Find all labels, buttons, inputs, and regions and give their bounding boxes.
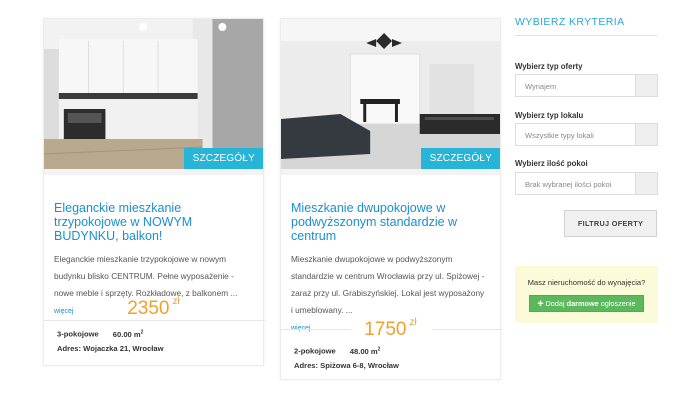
rooms-label: Wybierz ilość pokoi (515, 159, 588, 168)
price-value: 2350 (127, 298, 170, 319)
unit-type-value: Wszystkie typy lokali (525, 131, 594, 140)
sidebar-title: WYBIERZ KRYTERIA (515, 16, 625, 28)
price-currency: zł (409, 317, 417, 328)
price-currency: zł (172, 296, 180, 307)
unit-type-select[interactable]: Wszystkie typy lokali (515, 123, 658, 146)
price-divider-left (281, 329, 351, 330)
listing-card: SZCZEGÓŁY Eleganckie mieszkanie trzypoko… (43, 18, 265, 366)
rooms-value: 3-pokojowe (57, 329, 99, 339)
area-value: 48.00 m2 (349, 346, 381, 356)
details-button[interactable]: SZCZEGÓŁY (420, 148, 500, 169)
price-value: 1750 (364, 319, 407, 340)
area-value: 60.00 m2 (112, 329, 144, 339)
listing-card: SZCZEGÓŁY Mieszkanie dwupokojowe w podwy… (280, 18, 502, 380)
dropdown-arrow-icon (635, 124, 657, 145)
promo-question: Masz nieruchomość do wynajęcia? (527, 278, 646, 287)
listing-info: 2-pokojowe 48.00 m2 Adres: Spiżowa 6-8, W… (294, 346, 399, 370)
dropdown-arrow-icon (635, 75, 657, 96)
address-value: Adres: Spiżowa 6-8, Wrocław (294, 360, 399, 370)
price-divider-right (432, 329, 502, 330)
listing-photo-kitchen[interactable]: SZCZEGÓŁY (44, 19, 263, 169)
rooms-value: 2-pokojowe (294, 346, 336, 356)
dropdown-arrow-icon (635, 173, 657, 194)
listing-info: 3-pokojowe 60.00 m2 Adres: Wojaczka 21, W… (57, 329, 164, 353)
rooms-select[interactable]: Brak wybranej ilości pokoi (515, 172, 658, 195)
address-value: Adres: Wojaczka 21, Wrocław (57, 343, 164, 353)
price: 2350 zł (44, 296, 263, 320)
divider (44, 169, 263, 175)
offer-type-select[interactable]: Wynajem (515, 74, 658, 97)
filter-offers-button[interactable]: FILTRUJ OFERTY (564, 210, 657, 237)
price-divider (44, 320, 265, 321)
offer-type-value: Wynajem (525, 82, 557, 91)
living-room-image (281, 19, 500, 169)
sidebar-divider (515, 35, 658, 36)
listing-title[interactable]: Eleganckie mieszkanie trzypokojowe w NOW… (54, 201, 251, 243)
divider (281, 169, 500, 175)
rooms-select-value: Brak wybranej ilości pokoi (525, 180, 612, 189)
plus-icon: ✚ (537, 299, 544, 308)
unit-type-label: Wybierz typ lokalu (515, 111, 584, 120)
add-listing-promo: Masz nieruchomość do wynajęcia? ✚ Dodaj … (515, 266, 658, 323)
listing-title[interactable]: Mieszkanie dwupokojowe w podwyższonym st… (291, 201, 488, 243)
kitchen-image (44, 19, 263, 169)
add-free-listing-button[interactable]: ✚ Dodaj darmowe ogłoszenie (529, 295, 644, 312)
offer-type-label: Wybierz typ oferty (515, 62, 583, 71)
listing-photo-living-room[interactable]: SZCZEGÓŁY (281, 19, 500, 169)
listing-description: Mieszkanie dwupokojowe w podwyższonym st… (291, 254, 485, 315)
details-button[interactable]: SZCZEGÓŁY (183, 148, 263, 169)
